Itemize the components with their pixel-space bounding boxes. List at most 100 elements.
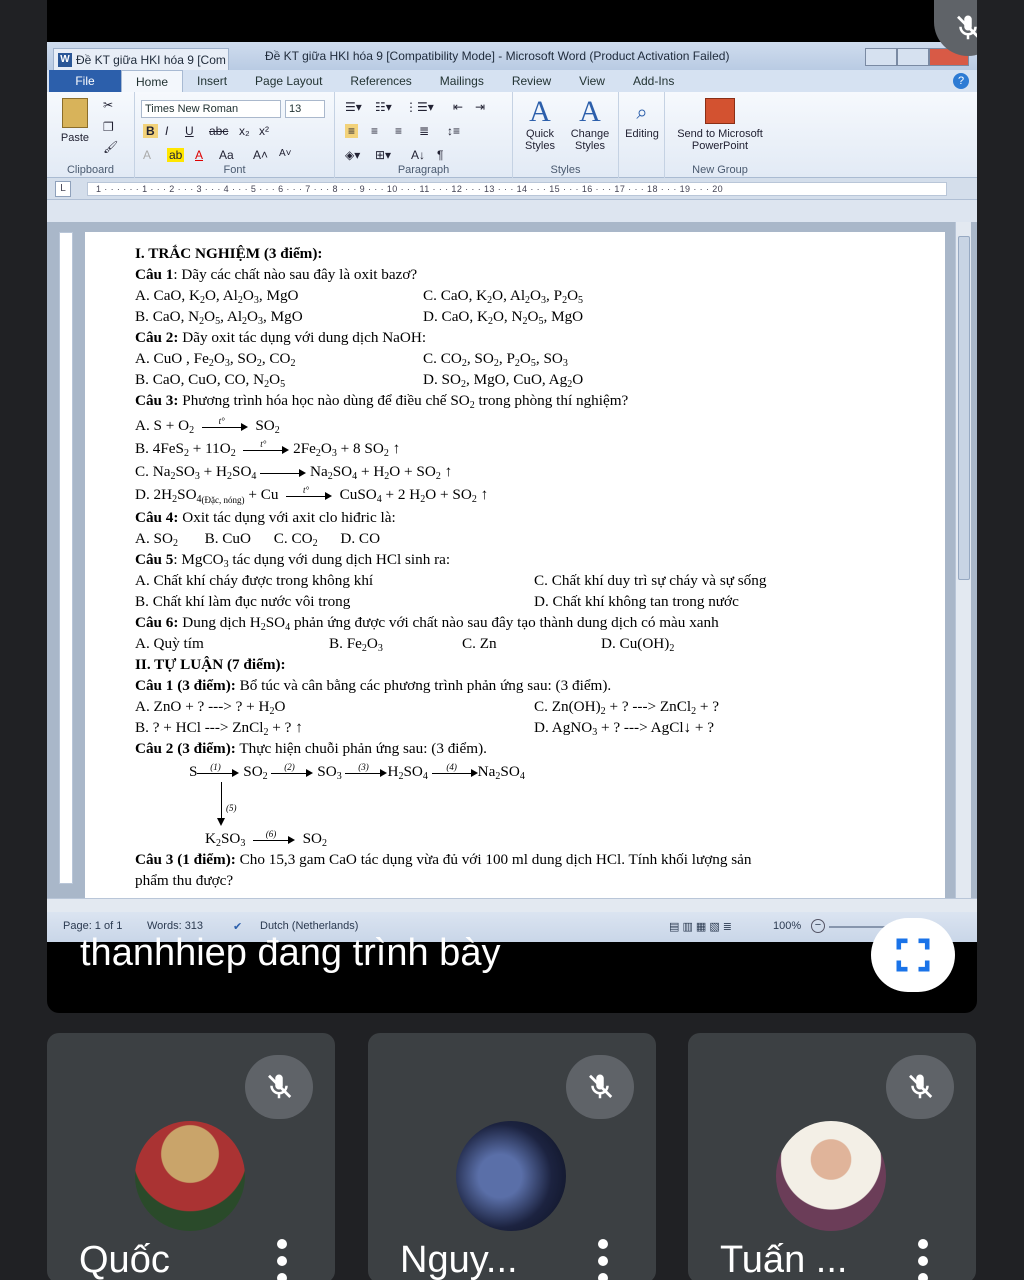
change-case-icon[interactable]: Aa xyxy=(219,148,234,162)
multilevel-list-icon[interactable]: ⋮☰▾ xyxy=(405,100,434,114)
q2-option-c: C. CO2, SO2, P2O5, SO3 xyxy=(423,350,568,369)
q4-options: A. SO2 B. CuO C. CO2 D. CO xyxy=(135,530,381,549)
cut-icon[interactable]: ✂ xyxy=(103,98,113,112)
justify-icon[interactable]: ≣ xyxy=(419,124,429,138)
show-formatting-icon[interactable]: ¶ xyxy=(437,148,443,162)
strikethrough-icon[interactable]: abc xyxy=(209,124,228,138)
minimize-button[interactable] xyxy=(865,48,897,66)
bullets-icon[interactable]: ☰▾ xyxy=(345,100,362,114)
language-indicator[interactable]: Dutch (Netherlands) xyxy=(260,920,358,932)
decrease-indent-icon[interactable]: ⇤ xyxy=(453,100,463,114)
font-size-select[interactable]: 13 xyxy=(285,100,325,118)
q5-option-a: A. Chất khí cháy được trong không khí xyxy=(135,572,374,589)
tab-view[interactable]: View xyxy=(565,70,619,92)
reaction-chain: S (1) SO2 (2) SO3 (3) H2SO4 (4) Na2SO4 xyxy=(189,761,525,782)
horizontal-ruler[interactable]: L 1 · · · · · · 1 · · · 2 · · · 3 · · · … xyxy=(47,178,977,200)
q3-option-d: D. 2H2SO4(Đặc, nóng) + Cu t° CuSO4 + 2 H… xyxy=(135,484,489,505)
word-app-icon: W xyxy=(58,52,72,67)
e3-text: Cho 15,3 gam CaO tác dụng vừa đủ với 100… xyxy=(235,851,752,868)
numbering-icon[interactable]: ☷▾ xyxy=(375,100,392,114)
underline-icon[interactable]: U xyxy=(185,124,194,138)
reaction-arrow xyxy=(260,468,307,478)
line-spacing-icon[interactable]: ↕≡ xyxy=(447,124,460,138)
page-count[interactable]: Page: 1 of 1 xyxy=(63,920,122,932)
presenter-label: thanhhiep đang trình bày xyxy=(80,932,501,974)
mic-off-icon xyxy=(245,1055,313,1119)
q6-label: Câu 6: xyxy=(135,614,179,631)
document-page[interactable]: I. TRẮC NGHIỆM (3 điểm): Câu 1: Dãy các … xyxy=(85,232,945,912)
participant-tile-3[interactable]: Tuấn ... xyxy=(688,1033,976,1280)
tab-review[interactable]: Review xyxy=(498,70,565,92)
increase-indent-icon[interactable]: ⇥ xyxy=(475,100,485,114)
essay-3-line-2: phẩm thu được? xyxy=(135,872,234,889)
q5-text: : MgCO xyxy=(173,551,224,568)
styles-group: A Quick Styles A Change Styles Styles xyxy=(513,92,619,178)
paragraph-group: ☰▾ ☷▾ ⋮☰▾ ⇤ ⇥ ≡ ≡ ≡ ≣ ↕≡ ◈▾ ⊞▾ A↓ ¶ Para… xyxy=(335,92,513,178)
shrink-font-icon[interactable]: A˅ xyxy=(279,148,292,159)
essay-1: Câu 1 (3 điểm): Bổ túc và cân bằng các p… xyxy=(135,676,611,696)
font-name-select[interactable]: Times New Roman xyxy=(141,100,281,118)
zoom-out-icon[interactable]: − xyxy=(811,919,825,933)
zoom-level[interactable]: 100% xyxy=(773,920,801,932)
more-options-icon[interactable] xyxy=(277,1239,287,1280)
title-bar: W Đề KT giữa HKI hóa 9 [Com Đề KT giữa HK… xyxy=(47,42,977,70)
superscript-icon[interactable]: x² xyxy=(259,124,269,138)
fullscreen-button[interactable] xyxy=(871,918,955,992)
participant-tile-1[interactable]: Quốc xyxy=(47,1033,335,1280)
participant-tile-2[interactable]: Nguy... xyxy=(368,1033,656,1280)
font-color-icon[interactable]: A xyxy=(195,148,203,162)
shading-icon[interactable]: ◈▾ xyxy=(345,148,360,162)
tab-page-layout[interactable]: Page Layout xyxy=(241,70,336,92)
editing-label: Editing xyxy=(625,128,659,140)
tab-add-ins[interactable]: Add-Ins xyxy=(619,70,688,92)
align-right-icon[interactable]: ≡ xyxy=(395,124,402,138)
e1-label: Câu 1 (3 điểm): xyxy=(135,677,236,694)
horizontal-scrollbar[interactable] xyxy=(47,898,977,912)
paste-button[interactable]: Paste xyxy=(55,98,95,144)
grow-font-icon[interactable]: A˄ xyxy=(253,148,268,162)
tab-references[interactable]: References xyxy=(336,70,425,92)
q5-option-d: D. Chất khí không tan trong nước xyxy=(534,593,739,610)
view-buttons[interactable]: ▤ ▥ ▦ ▧ ≣ xyxy=(669,920,732,933)
change-styles-button[interactable]: A Change Styles xyxy=(565,96,615,153)
binoculars-icon: ⌕ xyxy=(636,102,648,124)
align-center-icon[interactable]: ≡ xyxy=(371,124,378,138)
tab-mailings[interactable]: Mailings xyxy=(426,70,498,92)
tab-file[interactable]: File xyxy=(49,70,121,92)
tab-insert[interactable]: Insert xyxy=(183,70,241,92)
align-left-icon[interactable]: ≡ xyxy=(345,124,359,138)
document-tab-label: Đề KT giữa HKI hóa 9 [Com xyxy=(76,52,226,67)
avatar xyxy=(456,1121,566,1231)
send-to-powerpoint-button[interactable]: Send to Microsoft PowerPoint xyxy=(667,98,773,152)
participant-name: Quốc xyxy=(79,1239,170,1280)
help-icon[interactable]: ? xyxy=(953,73,969,89)
document-tab[interactable]: W Đề KT giữa HKI hóa 9 [Com xyxy=(53,48,229,70)
tab-home[interactable]: Home xyxy=(121,70,184,92)
question-3: Câu 3: Phương trình hóa học nào dùng để … xyxy=(135,392,629,411)
more-options-icon[interactable] xyxy=(598,1239,608,1280)
scrollbar-thumb[interactable] xyxy=(958,236,970,580)
italic-icon[interactable]: I xyxy=(165,124,168,138)
paragraph-group-label: Paragraph xyxy=(397,164,450,176)
copy-icon[interactable]: ❐ xyxy=(103,120,114,134)
subscript-icon[interactable]: x₂ xyxy=(239,124,250,138)
paste-label: Paste xyxy=(60,132,90,144)
maximize-button[interactable] xyxy=(897,48,929,66)
borders-icon[interactable]: ⊞▾ xyxy=(375,148,391,162)
text-effects-icon[interactable]: A xyxy=(143,148,151,162)
e1-eq-a: A. ZnO + ? ---> ? + H2O xyxy=(135,698,286,717)
dac-nong-note: (Đặc, nóng) xyxy=(201,495,245,505)
format-painter-icon[interactable]: 🖌 xyxy=(103,140,118,154)
highlight-icon[interactable]: ab xyxy=(167,148,185,162)
bold-icon[interactable]: B xyxy=(143,124,158,138)
vertical-scrollbar[interactable] xyxy=(955,222,971,898)
word-count[interactable]: Words: 313 xyxy=(147,920,203,932)
tab-stop-selector[interactable]: L xyxy=(55,181,71,197)
font-group: Times New Roman 13 B I U abc x₂ x² A ab … xyxy=(135,92,335,178)
editing-button[interactable]: ⌕ Editing xyxy=(619,98,665,140)
section-1-title: I. TRẮC NGHIỆM (3 điểm): xyxy=(135,245,323,262)
sort-icon[interactable]: A↓ xyxy=(411,148,425,162)
clipboard-group: Paste ✂ ❐ 🖌 Clipboard xyxy=(47,92,135,178)
quick-styles-button[interactable]: A Quick Styles xyxy=(517,96,563,153)
more-options-icon[interactable] xyxy=(918,1239,928,1280)
